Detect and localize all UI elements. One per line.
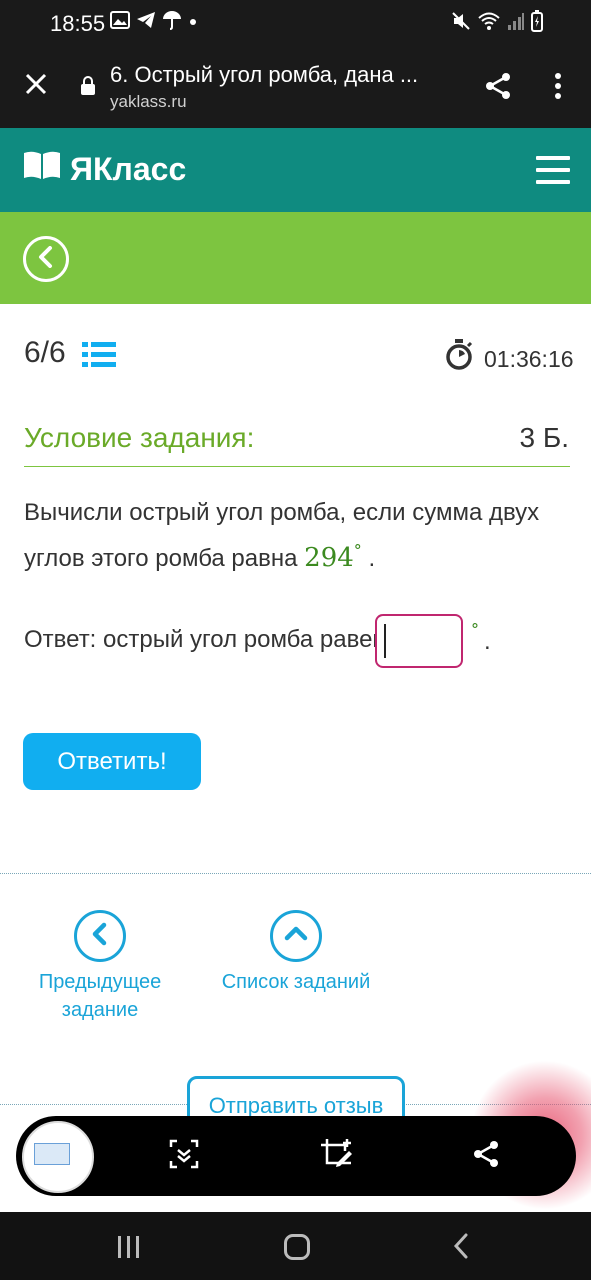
share-icon (472, 1140, 500, 1173)
share-button[interactable] (478, 68, 518, 108)
condition-heading: Условие задания: (24, 422, 255, 453)
hamburger-line (536, 168, 570, 172)
task-progress: 6/6 (24, 336, 66, 369)
share-icon (484, 72, 512, 105)
page-url: yaklass.ru (110, 92, 187, 111)
question-number: 294 (304, 543, 354, 573)
system-icons (451, 10, 543, 37)
browser-toolbar: 6. Острый угол ромба, дана ... yaklass.r… (0, 48, 591, 128)
share-screenshot-button[interactable] (464, 1134, 508, 1178)
chevron-up-icon (284, 924, 308, 949)
back-button[interactable] (23, 236, 69, 282)
question-body: Вычисли острый угол ромба, если сумма дв… (24, 499, 540, 572)
crop-edit-icon (319, 1137, 353, 1176)
system-back-button[interactable] (452, 1232, 470, 1265)
crop-edit-button[interactable] (314, 1134, 358, 1178)
degree-symbol: ° (353, 541, 362, 560)
recent-apps-icon (127, 1236, 130, 1258)
previous-task-button[interactable] (74, 910, 126, 962)
timer-value: 01:36:16 (484, 346, 574, 372)
status-bar: 18:55 (0, 0, 591, 48)
umbrella-icon (162, 10, 182, 35)
recent-apps-button[interactable] (118, 1236, 139, 1258)
mute-icon (451, 11, 471, 36)
previous-task-label-line2: задание (61, 999, 139, 1021)
previous-task-label-line1: Предыдущее (38, 971, 162, 993)
screenshot-thumbnail[interactable] (22, 1121, 94, 1193)
question-period: . (368, 545, 376, 572)
home-button[interactable] (284, 1234, 310, 1260)
recent-apps-icon (136, 1236, 139, 1258)
thumbnail-preview (34, 1143, 70, 1165)
telegram-icon (136, 11, 156, 34)
chevron-left-icon (90, 922, 110, 951)
more-options-button[interactable] (540, 68, 576, 108)
site-logo[interactable]: ЯКласс (22, 150, 186, 188)
site-header: ЯКласс (0, 128, 591, 212)
task-list-button[interactable] (270, 910, 322, 962)
stopwatch-icon (445, 339, 473, 376)
task-points: 3 Б. (519, 422, 569, 453)
menu-button[interactable] (536, 156, 570, 184)
chevron-left-icon (36, 245, 56, 273)
page-title: 6. Острый угол ромба, дана ... (110, 62, 419, 87)
section-divider (0, 873, 591, 874)
battery-icon (531, 10, 543, 37)
heading-divider (24, 466, 570, 467)
status-time: 18:55 (50, 11, 106, 36)
text-caret (384, 624, 386, 658)
previous-task-link[interactable]: Предыдущее задание (30, 968, 170, 1024)
scroll-capture-icon (169, 1139, 199, 1174)
dot-icon (188, 14, 198, 32)
answer-period: . (484, 628, 491, 655)
screen: 18:55 6. Острый угол ромба, дана ... yak… (0, 0, 591, 1280)
task-list-icon[interactable] (82, 341, 116, 374)
question-text: Вычисли острый угол ромба, если сумма дв… (24, 494, 570, 578)
submit-answer-button[interactable]: Ответить! (23, 733, 201, 790)
hamburger-line (536, 156, 570, 160)
lock-icon (80, 76, 96, 101)
close-icon (24, 72, 48, 101)
answer-label: Ответ: острый угол ромба равен (24, 626, 386, 653)
answer-degree-symbol: ° (471, 620, 479, 639)
hamburger-line (536, 180, 570, 184)
close-tab-button[interactable] (16, 66, 56, 106)
scroll-capture-button[interactable] (162, 1134, 206, 1178)
recent-apps-icon (118, 1236, 121, 1258)
green-nav-bar (0, 212, 591, 304)
book-logo-icon (22, 150, 62, 188)
more-vertical-icon (554, 72, 562, 104)
notification-icons (110, 10, 198, 35)
image-icon (110, 11, 130, 34)
signal-icon (507, 11, 525, 36)
wifi-icon (477, 11, 501, 36)
logo-text: ЯКласс (70, 150, 187, 187)
task-list-link[interactable]: Список заданий (210, 968, 382, 996)
answer-input[interactable] (375, 614, 463, 668)
